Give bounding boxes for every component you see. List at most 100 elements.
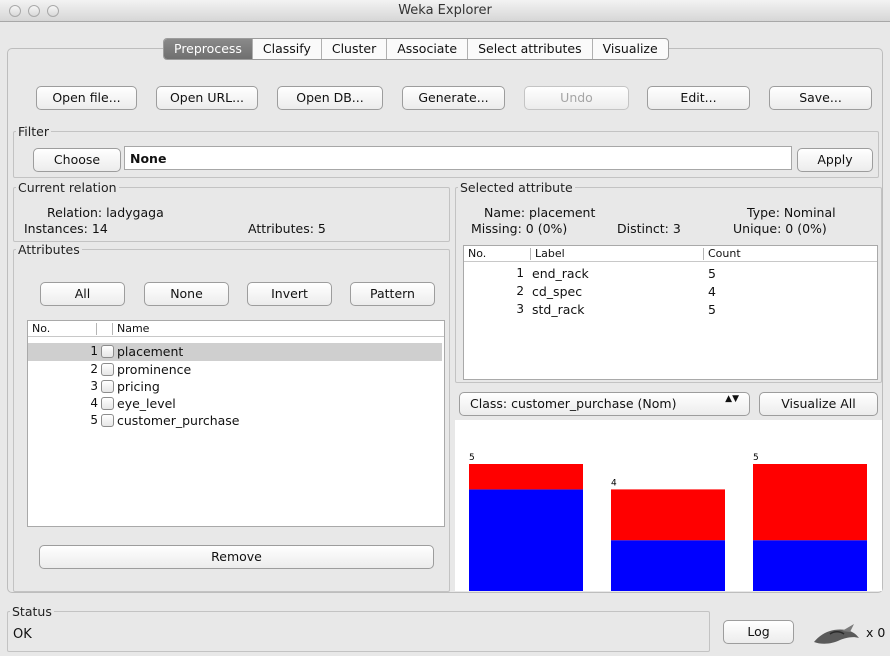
apply-filter-button[interactable]: Apply <box>797 148 873 172</box>
column-header-count: Count <box>708 247 741 260</box>
tab-visualize[interactable]: Visualize <box>593 39 668 59</box>
filter-legend: Filter <box>18 124 49 139</box>
tab-preprocess[interactable]: Preprocess <box>164 39 253 59</box>
attribute-row-name: placement <box>117 344 184 359</box>
log-button[interactable]: Log <box>723 620 794 644</box>
attribute-row-number: 5 <box>90 413 98 427</box>
column-header-no: No. <box>468 247 487 260</box>
remove-attribute-button[interactable]: Remove <box>39 545 434 569</box>
attribute-row[interactable]: 3 pricing <box>28 378 442 396</box>
bar-segment-cd_spec-0 <box>611 540 725 591</box>
bar-segment-cd_spec-1 <box>611 489 725 541</box>
selected-attribute-type: Type: Nominal <box>747 205 836 220</box>
unique-values: Unique: 0 (0%) <box>733 221 827 236</box>
attribute-checkbox[interactable] <box>101 397 114 410</box>
column-separator <box>112 323 113 335</box>
attribute-row-number: 1 <box>90 344 98 358</box>
attribute-checkbox[interactable] <box>101 345 114 358</box>
task-count: x 0 <box>866 625 886 640</box>
bar-segment-end_rack-1 <box>469 464 583 490</box>
label-row-label: cd_spec <box>532 284 583 299</box>
label-row-count: 5 <box>708 266 716 281</box>
missing-values: Missing: 0 (0%) <box>471 221 568 236</box>
selected-attribute-legend: Selected attribute <box>460 180 573 195</box>
tab-select-attributes[interactable]: Select attributes <box>468 39 593 59</box>
attribute-row-name: eye_level <box>117 396 176 411</box>
bar-count-label: 5 <box>753 453 759 463</box>
column-separator <box>96 323 97 335</box>
distinct-values: Distinct: 3 <box>617 221 681 236</box>
header-divider <box>464 261 877 262</box>
pattern-button[interactable]: Pattern <box>350 282 435 306</box>
label-count-table: No. Label Count 1 end_rack 5 2 cd_spec 4… <box>463 245 878 380</box>
generate-button[interactable]: Generate... <box>402 86 505 110</box>
instances-count: Instances: 14 <box>24 221 108 236</box>
current-relation-legend: Current relation <box>18 180 117 195</box>
bar-count-label: 5 <box>469 453 475 463</box>
column-header-name: Name <box>117 322 150 335</box>
select-arrows-icon: ▲▼ <box>725 394 739 404</box>
open-url-button[interactable]: Open URL... <box>156 86 258 110</box>
open-file-button[interactable]: Open file... <box>36 86 137 110</box>
edit-button[interactable]: Edit... <box>647 86 750 110</box>
attribute-row-name: prominence <box>117 362 192 377</box>
label-row-label: end_rack <box>532 266 589 281</box>
undo-button[interactable]: Undo <box>524 86 629 110</box>
label-row-number: 2 <box>516 284 524 298</box>
column-header-no: No. <box>32 322 51 335</box>
attribute-row-number: 2 <box>90 362 98 376</box>
attribute-checkbox[interactable] <box>101 380 114 393</box>
choose-filter-button[interactable]: Choose <box>33 148 121 172</box>
histogram-svg: 5 4 5 <box>469 453 867 591</box>
bar-segment-std_rack-0 <box>753 540 867 591</box>
attribute-row-number: 3 <box>90 379 98 393</box>
status-group: Status <box>7 604 710 652</box>
weka-bird-icon[interactable] <box>812 622 862 648</box>
attributes-table: No. Name 1 placement 2 prominence 3 pric… <box>27 320 445 527</box>
label-row-count: 4 <box>708 284 716 299</box>
tab-classify[interactable]: Classify <box>253 39 322 59</box>
window-title: Weka Explorer <box>398 3 492 18</box>
label-row[interactable]: 1 end_rack 5 <box>464 265 877 283</box>
tab-cluster[interactable]: Cluster <box>322 39 388 59</box>
label-row-number: 3 <box>516 302 524 316</box>
attribute-checkbox[interactable] <box>101 414 114 427</box>
label-row-count: 5 <box>708 302 716 317</box>
column-header-label: Label <box>535 247 565 260</box>
attribute-row[interactable]: 2 prominence <box>28 361 442 379</box>
attribute-row-name: customer_purchase <box>117 413 240 428</box>
column-separator <box>703 248 704 260</box>
attributes-legend: Attributes <box>18 242 80 257</box>
status-legend: Status <box>12 604 52 619</box>
label-row[interactable]: 3 std_rack 5 <box>464 301 877 319</box>
attribute-checkbox[interactable] <box>101 363 114 376</box>
attribute-row-number: 4 <box>90 396 98 410</box>
attribute-row[interactable]: 1 placement <box>28 343 442 361</box>
select-none-button[interactable]: None <box>144 282 229 306</box>
bar-segment-end_rack-0 <box>469 489 583 591</box>
label-row[interactable]: 2 cd_spec 4 <box>464 283 877 301</box>
status-text: OK <box>13 627 32 642</box>
filter-field[interactable]: None <box>124 146 792 170</box>
save-button[interactable]: Save... <box>769 86 872 110</box>
column-separator <box>530 248 531 260</box>
attribute-row-name: pricing <box>117 379 160 394</box>
relation-name: Relation: ladygaga <box>47 205 164 220</box>
visualize-all-button[interactable]: Visualize All <box>759 392 878 416</box>
label-row-number: 1 <box>516 266 524 280</box>
attribute-row[interactable]: 5 customer_purchase <box>28 412 442 430</box>
bar-count-label: 4 <box>611 478 617 488</box>
open-db-button[interactable]: Open DB... <box>277 86 383 110</box>
class-distribution-chart: 5 4 5 <box>455 420 882 591</box>
tab-bar: Preprocess Classify Cluster Associate Se… <box>163 38 669 60</box>
label-row-label: std_rack <box>532 302 585 317</box>
tab-associate[interactable]: Associate <box>387 39 469 59</box>
class-attribute-value: Class: customer_purchase (Nom) <box>470 396 677 411</box>
header-divider <box>28 336 444 337</box>
class-attribute-select[interactable]: Class: customer_purchase (Nom) ▲▼ <box>459 392 750 416</box>
selected-attribute-name: Name: placement <box>484 205 596 220</box>
bar-segment-std_rack-1 <box>753 464 867 541</box>
invert-selection-button[interactable]: Invert <box>247 282 332 306</box>
select-all-button[interactable]: All <box>40 282 125 306</box>
attribute-row[interactable]: 4 eye_level <box>28 395 442 413</box>
